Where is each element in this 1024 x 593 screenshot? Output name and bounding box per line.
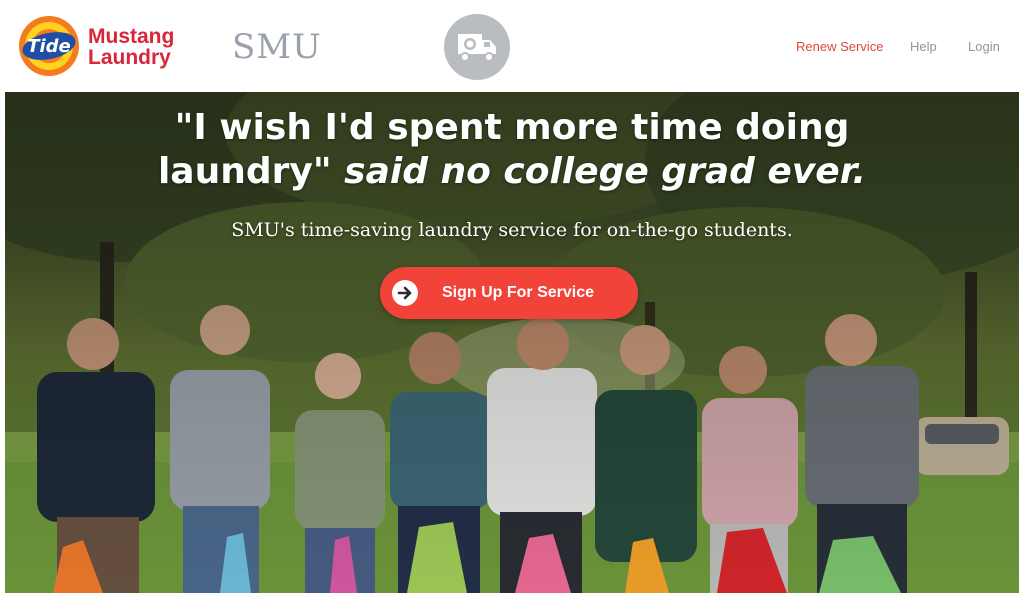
tide-logo-text: Tide xyxy=(27,36,71,57)
site-header: Tide Mustang Laundry SMU Renew Service H… xyxy=(0,0,1024,92)
nav-renew-service[interactable]: Renew Service xyxy=(796,40,883,54)
sign-up-button[interactable]: Sign Up For Service xyxy=(380,267,638,319)
nav-login[interactable]: Login xyxy=(968,40,1000,54)
arrow-right-icon xyxy=(392,280,418,306)
tide-logo[interactable]: Tide xyxy=(18,15,80,77)
headline-quote-end: laundry" xyxy=(157,151,332,192)
smu-logo: SMU xyxy=(232,27,322,67)
brand-line-1: Mustang xyxy=(88,25,175,48)
hero-subheadline: SMU's time-saving laundry service for on… xyxy=(231,219,793,241)
hero-headline: "I wish I'd spent more time doing laundr… xyxy=(5,106,1019,194)
headline-line-1: "I wish I'd spent more time doing xyxy=(174,107,850,148)
sign-up-label: Sign Up For Service xyxy=(442,284,595,301)
headline-line-2: laundry" said no college grad ever. xyxy=(5,150,1019,194)
headline-italic: said no college grad ever. xyxy=(344,151,867,192)
delivery-truck-icon xyxy=(444,14,510,80)
brand-name[interactable]: Mustang Laundry xyxy=(88,26,174,68)
hero-section: "I wish I'd spent more time doing laundr… xyxy=(5,92,1019,593)
nav-help[interactable]: Help xyxy=(910,40,937,54)
brand-line-2: Laundry xyxy=(88,46,171,69)
